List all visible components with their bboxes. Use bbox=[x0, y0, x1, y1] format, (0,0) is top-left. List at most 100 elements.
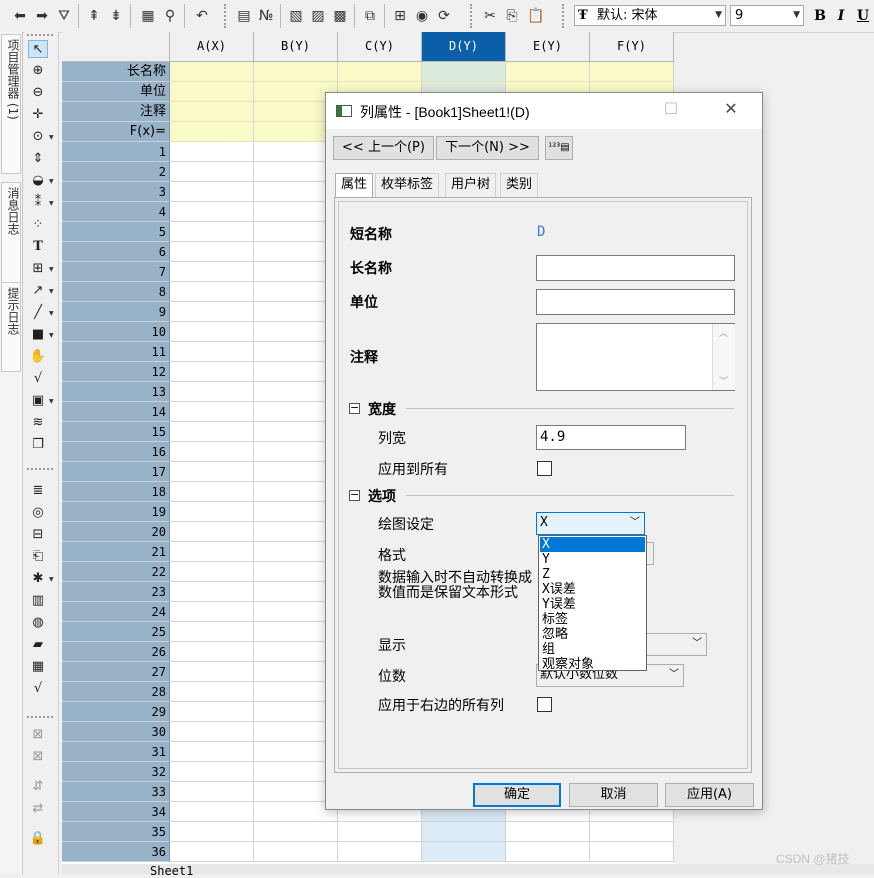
table-cell[interactable] bbox=[170, 222, 254, 242]
cut-icon[interactable]: ✂ bbox=[480, 6, 500, 26]
notebook-icon[interactable]: ▥ bbox=[28, 592, 48, 610]
chevron-down-icon[interactable]: ▼ bbox=[49, 266, 54, 273]
chevron-down-icon[interactable]: ▼ bbox=[49, 134, 54, 141]
chevron-down-icon[interactable]: ▼ bbox=[49, 310, 54, 317]
rectangle-tool-icon[interactable]: ■ bbox=[28, 326, 48, 344]
table-cell[interactable] bbox=[254, 822, 338, 842]
metadata-cell[interactable] bbox=[422, 62, 506, 82]
row-header[interactable]: 33 bbox=[62, 782, 170, 802]
column-header[interactable]: E(Y) bbox=[506, 32, 590, 62]
tab-enum-labels[interactable]: 枚举标签 bbox=[375, 173, 440, 197]
collapse-width-icon[interactable]: − bbox=[349, 402, 360, 414]
merge-icon[interactable]: ⊠ bbox=[28, 726, 48, 744]
row-header[interactable]: 25 bbox=[62, 622, 170, 642]
statistics-icon[interactable]: ▦ bbox=[138, 6, 158, 26]
table-cell[interactable] bbox=[338, 842, 422, 862]
insert-row-icon[interactable]: ⊟ bbox=[28, 526, 48, 544]
chevron-down-icon[interactable]: ▼ bbox=[49, 178, 54, 185]
table-cell[interactable] bbox=[170, 682, 254, 702]
table-cell[interactable] bbox=[170, 362, 254, 382]
dropdown-option[interactable]: Z bbox=[540, 567, 645, 582]
row-header[interactable]: 4 bbox=[62, 202, 170, 222]
row-header[interactable]: 12 bbox=[62, 362, 170, 382]
metadata-row-header[interactable]: F(x)= bbox=[62, 122, 170, 142]
toolbar-grip[interactable] bbox=[470, 4, 475, 28]
metadata-cell[interactable] bbox=[170, 62, 254, 82]
row-header[interactable]: 1 bbox=[62, 142, 170, 162]
tab-properties[interactable]: 属性 bbox=[335, 173, 374, 198]
column-header[interactable]: C(Y) bbox=[338, 32, 422, 62]
cancel-button[interactable]: 取消 bbox=[569, 783, 658, 807]
next-column-button[interactable]: 下一个(N) >> bbox=[436, 136, 539, 160]
row-header[interactable]: 5 bbox=[62, 222, 170, 242]
table-cell[interactable] bbox=[170, 662, 254, 682]
metadata-cell[interactable] bbox=[170, 102, 254, 122]
table-cell[interactable] bbox=[170, 702, 254, 722]
row-header[interactable]: 19 bbox=[62, 502, 170, 522]
dialog-titlebar[interactable]: 列属性 - [Book1]Sheet1!(D) ☐ ✕ bbox=[326, 93, 762, 129]
line-tool-icon[interactable]: ╱ bbox=[28, 304, 48, 322]
set-as-x-icon[interactable]: ▧ bbox=[286, 6, 306, 26]
row-header[interactable]: 13 bbox=[62, 382, 170, 402]
tab-category[interactable]: 类别 bbox=[500, 173, 539, 197]
table-cell[interactable] bbox=[170, 342, 254, 362]
list-icon[interactable]: ≣ bbox=[28, 482, 48, 500]
table-cell[interactable] bbox=[590, 822, 674, 842]
row-header[interactable]: 36 bbox=[62, 842, 170, 862]
table-cell[interactable] bbox=[170, 322, 254, 342]
chevron-down-icon[interactable]: ▼ bbox=[49, 288, 54, 295]
dropdown-option[interactable]: 观察对象 bbox=[540, 657, 645, 672]
table-cell[interactable] bbox=[170, 602, 254, 622]
table-cell[interactable] bbox=[506, 842, 590, 862]
previous-column-button[interactable]: << 上一个(P) bbox=[333, 136, 434, 160]
row-header[interactable]: 24 bbox=[62, 602, 170, 622]
row-header[interactable]: 20 bbox=[62, 522, 170, 542]
table-icon[interactable]: ⊞ bbox=[28, 260, 48, 278]
zoom-in-icon[interactable]: ⊕ bbox=[28, 62, 48, 80]
dropdown-option[interactable]: X bbox=[540, 537, 645, 552]
tab-user-tree[interactable]: 用户树 bbox=[445, 173, 497, 197]
plot-designation-select[interactable]: X ﹀ bbox=[536, 512, 645, 535]
row-header[interactable]: 16 bbox=[62, 442, 170, 462]
row-header[interactable]: 6 bbox=[62, 242, 170, 262]
metadata-row-header[interactable]: 长名称 bbox=[62, 62, 170, 82]
apply-button[interactable]: 应用(A) bbox=[665, 783, 754, 807]
zoom-out-icon[interactable]: ⊖ bbox=[28, 84, 48, 102]
pointer-icon[interactable]: ↖ bbox=[28, 40, 48, 58]
record-icon[interactable]: ◍ bbox=[28, 614, 48, 632]
magnifier-icon[interactable]: ◎ bbox=[28, 504, 48, 522]
table-cell[interactable] bbox=[170, 642, 254, 662]
row-header[interactable]: 17 bbox=[62, 462, 170, 482]
chevron-down-icon[interactable]: ▼ bbox=[49, 576, 54, 583]
swap-icon[interactable]: ⇵ bbox=[28, 778, 48, 796]
metadata-cell[interactable] bbox=[254, 62, 338, 82]
row-header[interactable]: 26 bbox=[62, 642, 170, 662]
table-cell[interactable] bbox=[170, 822, 254, 842]
table-cell[interactable] bbox=[254, 842, 338, 862]
table-cell[interactable] bbox=[590, 842, 674, 862]
graph-icon[interactable]: ▣ bbox=[28, 392, 48, 410]
add-row-icon[interactable]: ⇟ bbox=[106, 6, 126, 26]
font-size-select[interactable]: 9 ▼ bbox=[730, 5, 804, 26]
set-as-y-icon[interactable]: ▨ bbox=[308, 6, 328, 26]
formula-icon[interactable]: √ bbox=[28, 680, 48, 698]
long-name-field[interactable] bbox=[536, 255, 735, 281]
scatter-points-icon[interactable]: ⁘ bbox=[28, 216, 48, 234]
paste-icon[interactable]: 📋 bbox=[526, 6, 546, 26]
table-cell[interactable] bbox=[170, 582, 254, 602]
chevron-down-icon[interactable]: ▼ bbox=[49, 200, 54, 207]
metadata-cell[interactable] bbox=[170, 122, 254, 142]
toolbar-grip[interactable] bbox=[562, 4, 567, 28]
row-header[interactable]: 27 bbox=[62, 662, 170, 682]
metadata-cell[interactable] bbox=[170, 82, 254, 102]
table-cell[interactable] bbox=[170, 202, 254, 222]
column-header[interactable]: A(X) bbox=[170, 32, 254, 62]
column-width-field[interactable]: 4.9 bbox=[536, 425, 686, 450]
display-select[interactable]: ﹀ bbox=[644, 633, 707, 656]
pin-icon[interactable]: ⚲ bbox=[160, 6, 180, 26]
filter-icon[interactable]: ⛛ bbox=[54, 6, 74, 26]
table-cell[interactable] bbox=[170, 422, 254, 442]
copy-worksheet-icon[interactable]: ⧉ bbox=[360, 6, 380, 26]
table-cell[interactable] bbox=[170, 782, 254, 802]
metadata-row-header[interactable]: 单位 bbox=[62, 82, 170, 102]
